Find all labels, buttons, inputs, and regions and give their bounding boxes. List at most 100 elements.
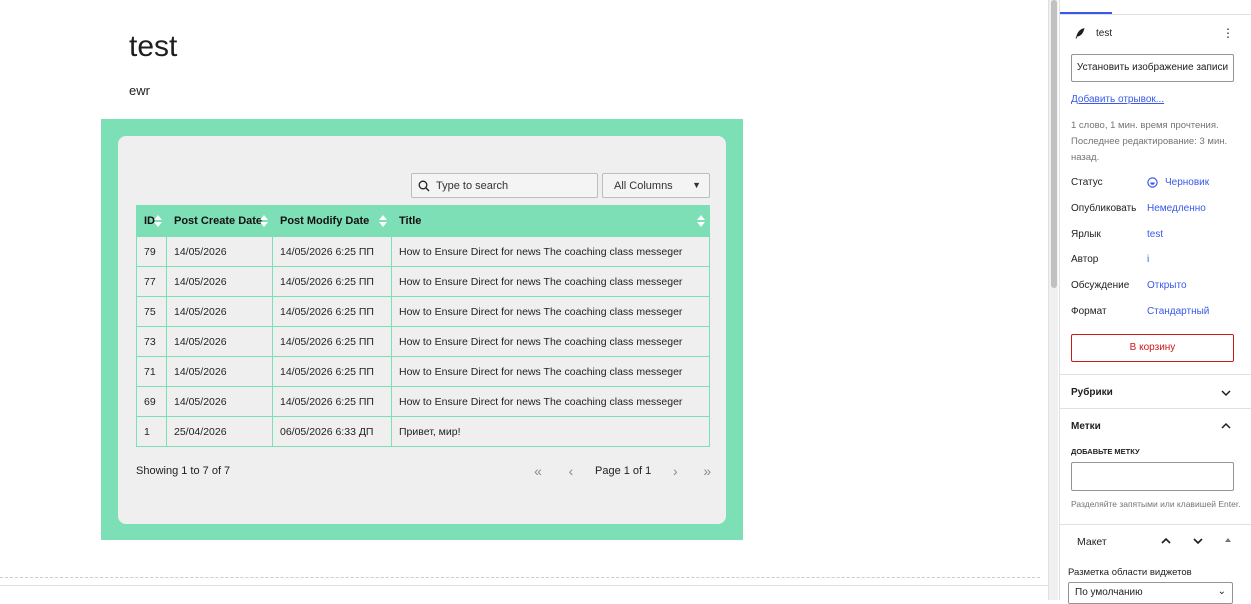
settings-sidebar: test ⋮ Установить изображение записи Доб… [1059,0,1251,604]
table-block[interactable]: All Columns ▼ ID Post Create Date Post M… [101,119,743,540]
cell-create-date: 14/05/2026 [166,266,273,297]
footer-divider [0,585,1048,586]
table-header-row: ID Post Create Date Post Modify Date Tit… [136,205,710,237]
column-header-id[interactable]: ID [136,205,167,237]
sort-icon [379,215,387,227]
table-row: 73 14/05/2026 14/05/2026 6:25 ПП How to Ens… [136,326,710,357]
post-paragraph[interactable]: ewr [129,83,150,98]
chevron-up-icon[interactable] [1220,420,1232,432]
panel-divider [1060,524,1251,525]
reading-time: 1 слово, 1 мин. время прочтения. [1071,120,1219,131]
cell-modify-date: 14/05/2026 6:25 ПП [272,236,392,267]
cell-modify-date: 14/05/2026 6:25 ПП [272,326,392,357]
table-search[interactable] [411,173,598,198]
column-header-title[interactable]: Title [391,205,710,237]
cell-id: 71 [136,356,167,387]
widget-area-select[interactable]: По умолчанию ⌄ [1068,582,1233,604]
cell-id: 75 [136,296,167,327]
cell-modify-date: 14/05/2026 6:25 ПП [272,296,392,327]
data-table-card: All Columns ▼ ID Post Create Date Post M… [118,136,726,524]
document-summary: test [1074,27,1112,39]
cell-id: 79 [136,236,167,267]
column-header-create-date[interactable]: Post Create Date [166,205,273,237]
cell-modify-date: 14/05/2026 6:25 ПП [272,386,392,417]
cell-create-date: 25/04/2026 [166,416,273,447]
status-value[interactable]: Черновик [1147,177,1209,188]
format-label: Формат [1071,306,1107,317]
move-to-trash-button[interactable]: В корзину [1071,334,1234,362]
more-options-icon[interactable]: ⋮ [1222,26,1234,40]
last-page-icon[interactable]: » [699,463,715,479]
post-meta-info: 1 слово, 1 мин. время прочтения. Последн… [1071,118,1236,166]
collapse-triangle-icon[interactable] [1224,535,1232,547]
cell-id: 69 [136,386,167,417]
cell-create-date: 14/05/2026 [166,236,273,267]
sort-icon [260,215,268,227]
table-row: 77 14/05/2026 14/05/2026 6:25 ПП How to Ens… [136,266,710,297]
move-up-icon[interactable] [1160,535,1172,547]
showing-info: Showing 1 to 7 of 7 [136,465,231,477]
slug-value[interactable]: test [1147,229,1163,240]
search-input[interactable] [436,179,596,192]
editor-canvas: test ewr All Columns ▼ ID Post Create Da… [0,0,1048,600]
move-down-icon[interactable] [1192,535,1204,547]
author-label: Автор [1071,254,1099,265]
tab-divider [1060,14,1251,15]
column-header-modify-date[interactable]: Post Modify Date [272,205,392,237]
table-row: 1 25/04/2026 06/05/2026 6:33 ДП Привет, мир… [136,416,710,447]
post-title[interactable]: test [129,30,177,64]
table-row: 79 14/05/2026 14/05/2026 6:25 ПП How to Ens… [136,236,710,267]
sort-icon [697,215,705,227]
categories-panel-toggle[interactable]: Рубрики [1071,387,1113,398]
publish-value[interactable]: Немедленно [1147,203,1206,214]
cell-id: 77 [136,266,167,297]
tag-help-text: Разделяйте запятыми или клавишей Enter. [1071,499,1241,509]
cell-modify-date: 14/05/2026 6:25 ПП [272,356,392,387]
prev-page-icon[interactable]: ‹ [563,463,579,479]
cell-modify-date: 06/05/2026 6:33 ДП [272,416,392,447]
cell-create-date: 14/05/2026 [166,296,273,327]
cell-id: 1 [136,416,167,447]
first-page-icon[interactable]: « [530,463,546,479]
cell-title: How to Ensure Direct for news The coachi… [391,326,710,357]
next-page-icon[interactable]: › [667,463,683,479]
sort-icon [154,215,162,227]
cell-create-date: 14/05/2026 [166,326,273,357]
widget-area-label: Разметка области виджетов [1068,567,1192,578]
post-feather-icon [1075,28,1085,39]
column-filter-select[interactable]: All Columns ▼ [602,173,710,198]
cell-title: Привет, мир! [391,416,710,447]
draft-status-icon [1147,177,1158,188]
discussion-value[interactable]: Открыто [1147,280,1187,291]
set-featured-image-button[interactable]: Установить изображение записи [1071,54,1234,82]
table-row: 69 14/05/2026 14/05/2026 6:25 ПП How to Ens… [136,386,710,417]
format-value[interactable]: Стандартный [1147,306,1209,317]
panel-divider [1060,408,1251,409]
document-title: test [1096,27,1113,39]
cell-title: How to Ensure Direct for news The coachi… [391,266,710,297]
panel-divider [1060,374,1251,375]
scrollbar-thumb[interactable] [1051,0,1057,288]
tag-input[interactable] [1071,462,1234,491]
column-filter-value: All Columns [614,180,673,192]
cell-title: How to Ensure Direct for news The coachi… [391,386,710,417]
add-excerpt-link[interactable]: Добавить отрывок... [1071,94,1164,105]
cell-title: How to Ensure Direct for news The coachi… [391,296,710,327]
status-label: Статус [1071,177,1103,188]
cell-modify-date: 14/05/2026 6:25 ПП [272,266,392,297]
table-row: 71 14/05/2026 14/05/2026 6:25 ПП How to Ens… [136,356,710,387]
publish-label: Опубликовать [1071,203,1137,214]
widget-area-value: По умолчанию [1075,587,1143,598]
cell-title: How to Ensure Direct for news The coachi… [391,236,710,267]
dropdown-caret-icon: ▼ [692,180,701,190]
chevron-down-icon[interactable] [1220,387,1232,399]
last-edited: Последнее редактирование: 3 мин. назад. [1071,136,1228,163]
cell-title: How to Ensure Direct for news The coachi… [391,356,710,387]
editor-scrollbar[interactable] [1048,0,1058,600]
author-value[interactable]: i [1147,254,1149,265]
table-row: 75 14/05/2026 14/05/2026 6:25 ПП How to Ens… [136,296,710,327]
layout-panel-title[interactable]: Макет [1077,536,1107,548]
pagination: « ‹ Page 1 of 1 › » [530,463,715,479]
tags-panel-toggle[interactable]: Метки [1071,421,1101,432]
search-icon [418,180,430,191]
